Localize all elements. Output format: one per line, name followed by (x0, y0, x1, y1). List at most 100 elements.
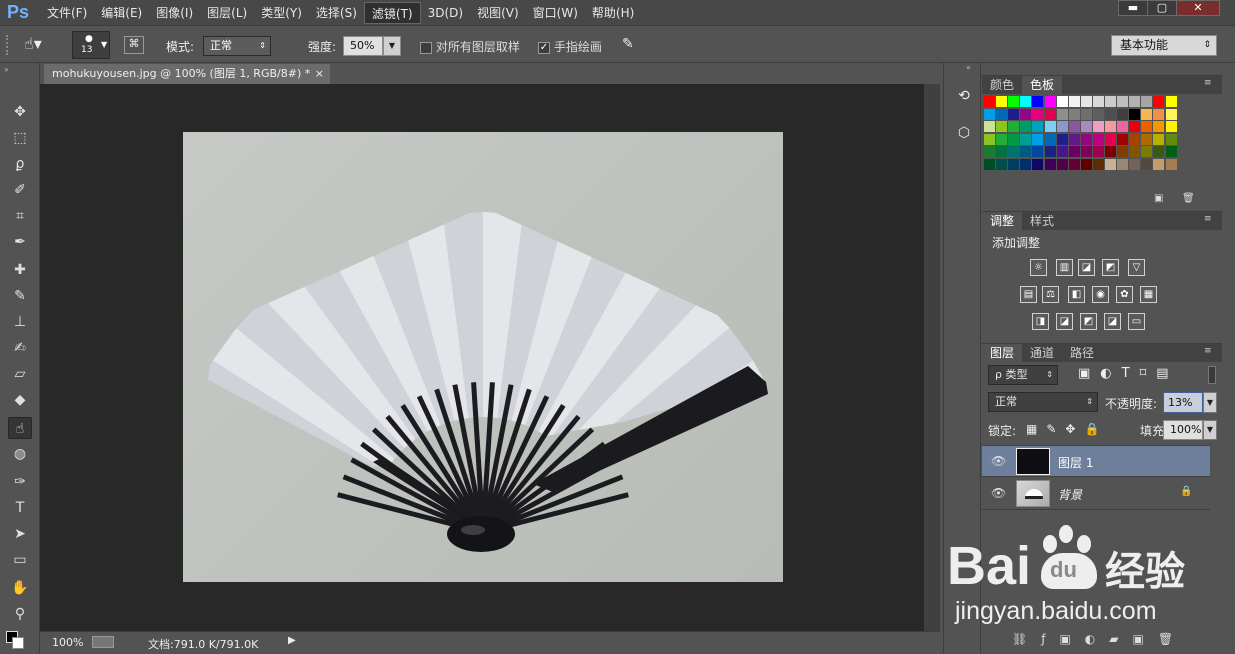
swatch[interactable] (1105, 121, 1116, 133)
swatch[interactable] (984, 96, 995, 107)
swatch[interactable] (1092, 121, 1104, 133)
swatch[interactable] (1056, 159, 1068, 170)
menu-item-10[interactable]: 帮助(H) (585, 2, 641, 24)
hue-saturation-adjust-icon[interactable]: ▤ (1020, 286, 1037, 303)
menu-item-4[interactable]: 类型(Y) (254, 2, 309, 24)
swatch[interactable] (1141, 96, 1153, 107)
swatch[interactable] (1044, 159, 1056, 170)
menu-item-6[interactable]: 滤镜(T) (363, 1, 421, 24)
swatch[interactable] (1008, 96, 1020, 107)
swatch[interactable] (1044, 133, 1056, 145)
swatch[interactable] (1020, 121, 1032, 133)
document-image[interactable] (183, 132, 783, 582)
swatch[interactable] (1032, 133, 1044, 145)
swatch[interactable] (1044, 108, 1056, 120)
swatch[interactable] (1165, 96, 1177, 107)
swatch[interactable] (996, 108, 1008, 120)
layer-row-layer-1[interactable]: 👁 图层 1 (982, 445, 1210, 477)
swatch[interactable] (1117, 96, 1129, 107)
menu-item-8[interactable]: 视图(V) (470, 2, 526, 24)
swatch[interactable] (1080, 121, 1092, 133)
color-tab-1[interactable]: 色板 (1022, 76, 1063, 94)
close-button[interactable]: ✕ (1176, 0, 1220, 16)
swatch[interactable] (1141, 108, 1153, 120)
finger-painting-checkbox[interactable]: ✓ 手指绘画 (538, 38, 602, 55)
swatch[interactable] (1105, 108, 1116, 120)
layers-tab-0[interactable]: 图层 (982, 344, 1023, 362)
swatch[interactable] (1068, 146, 1080, 158)
pen-tool-icon[interactable]: ✑ (8, 471, 32, 493)
swatch[interactable] (1129, 96, 1141, 107)
swatch[interactable] (1129, 146, 1141, 158)
collapse-icon[interactable]: » (4, 65, 9, 74)
swatch[interactable] (996, 146, 1008, 158)
swatch[interactable] (1020, 108, 1032, 120)
lasso-tool-icon[interactable]: ϼ (8, 153, 32, 175)
swatch[interactable] (1129, 133, 1141, 145)
swatch[interactable] (1032, 159, 1044, 170)
eyedropper-tool-icon[interactable]: ✒ (8, 231, 32, 253)
swatch[interactable] (996, 96, 1008, 107)
history-brush-tool-icon[interactable]: ✍ (8, 337, 32, 359)
swatch[interactable] (1117, 108, 1129, 120)
fill-dropdown-button[interactable]: ▼ (1203, 420, 1217, 440)
swatch[interactable] (1056, 146, 1068, 158)
trash-icon[interactable]: 🗑 (1182, 193, 1195, 204)
minimize-button[interactable]: ▬ (1118, 0, 1148, 16)
swatch[interactable] (1153, 121, 1165, 133)
swatch[interactable] (984, 146, 995, 158)
swatch[interactable] (1092, 108, 1104, 120)
swatch[interactable] (1044, 146, 1056, 158)
opacity-dropdown-button[interactable]: ▼ (1203, 392, 1217, 413)
swatch[interactable] (1020, 146, 1032, 158)
menu-item-5[interactable]: 选择(S) (309, 2, 364, 24)
crop-tool-icon[interactable]: ⌗ (8, 205, 32, 227)
lock-icons[interactable]: ▦✎✥🔒 (1026, 422, 1108, 436)
marquee-tool-icon[interactable]: ⬚ (8, 127, 32, 149)
expand-icon[interactable]: « (966, 63, 971, 72)
swatch[interactable] (1068, 96, 1080, 107)
close-tab-icon[interactable]: × (315, 64, 324, 84)
swatch[interactable] (1056, 133, 1068, 145)
swatch[interactable] (1153, 159, 1165, 170)
brush-tool-icon[interactable]: ✎ (8, 285, 32, 307)
new-swatch-icon[interactable]: ▣ (1154, 193, 1163, 204)
smudge-tool-preset-icon[interactable]: ☝▾ (24, 34, 52, 56)
swatch[interactable] (1092, 133, 1104, 145)
smudge-tool-icon[interactable]: ☝ (8, 417, 32, 439)
swatch[interactable] (1129, 159, 1141, 170)
brush-size-picker[interactable]: ● 13 ▼ (72, 31, 110, 59)
layers-tab-2[interactable]: 路径 (1062, 344, 1102, 362)
swatch[interactable] (1032, 96, 1044, 107)
swatch[interactable] (1068, 121, 1080, 133)
blend-mode-select[interactable]: 正常 ⇕ (988, 392, 1098, 412)
menu-item-2[interactable]: 图像(I) (149, 2, 200, 24)
swatch[interactable] (1117, 121, 1129, 133)
zoom-level[interactable]: 100% (52, 636, 83, 649)
vibrance-adjust-icon[interactable]: ▽ (1128, 259, 1145, 276)
swatch[interactable] (1032, 121, 1044, 133)
levels-adjust-icon[interactable]: ▥ (1056, 259, 1073, 276)
rectangle-tool-icon[interactable]: ▭ (8, 549, 32, 571)
stamp-tool-icon[interactable]: ⊥ (8, 311, 32, 333)
invert-adjust-icon[interactable]: ◨ (1032, 313, 1049, 330)
brush-panel-toggle-icon[interactable]: ⌘ (124, 36, 144, 54)
healing-tool-icon[interactable]: ✚ (8, 259, 32, 281)
swatch[interactable] (1008, 146, 1020, 158)
strength-dropdown-button[interactable]: ▼ (383, 36, 401, 56)
filter-toggle[interactable] (1208, 366, 1216, 384)
swatch[interactable] (1153, 133, 1165, 145)
swatch[interactable] (1141, 133, 1153, 145)
swatch[interactable] (1008, 133, 1020, 145)
history-panel-icon[interactable]: ⟲ (953, 88, 975, 110)
path-select-tool-icon[interactable]: ➤ (8, 523, 32, 545)
swatch[interactable] (1117, 146, 1129, 158)
selective-color-adjust-icon[interactable]: ◪ (1104, 313, 1121, 330)
brightness-adjust-icon[interactable]: ☼ (1030, 259, 1047, 276)
zoom-tool-icon[interactable]: ⚲ (8, 603, 32, 625)
type-tool-icon[interactable]: T (8, 497, 32, 519)
black-white-adjust-icon[interactable]: ◧ (1068, 286, 1085, 303)
vertical-scrollbar[interactable] (924, 84, 940, 632)
layer-row-background[interactable]: 👁 背景 🔒 (982, 478, 1210, 510)
color-balance-adjust-icon[interactable]: ⚖ (1042, 286, 1059, 303)
